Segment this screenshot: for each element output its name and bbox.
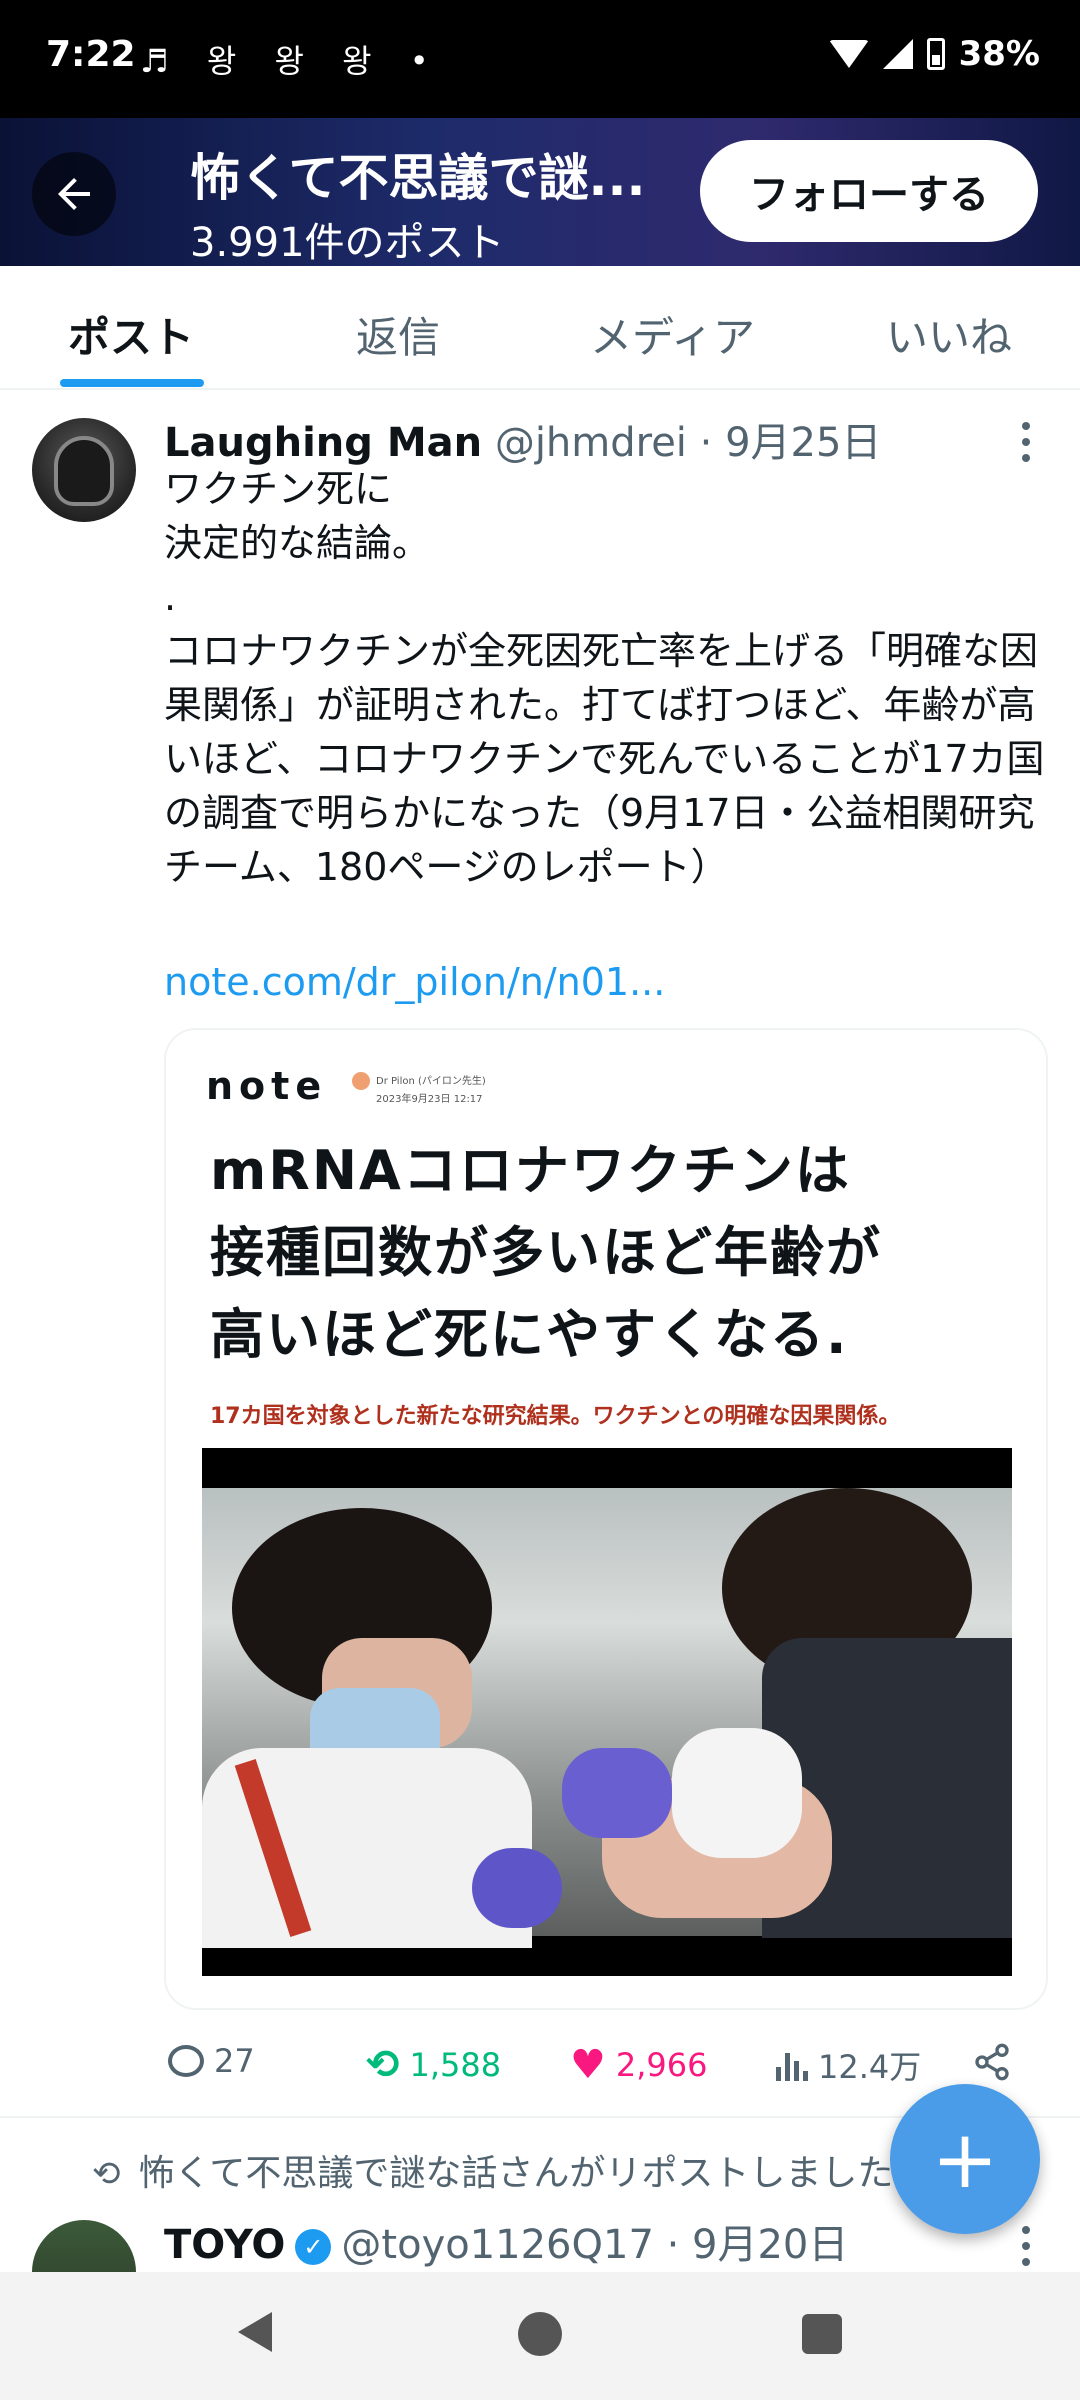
tab-replies[interactable]: 返信 — [356, 304, 440, 365]
post-date: · 9月20日 — [666, 2222, 849, 2268]
status-time: 7:22 — [46, 34, 136, 75]
vaccination-photo — [202, 1488, 1012, 1948]
follow-button[interactable]: フォローする — [700, 140, 1038, 242]
views-icon — [776, 2049, 808, 2081]
post-header: TOYO ✓ @toyo1126Q17 · 9月20日 — [164, 2212, 848, 2270]
status-bar: 7:22 ♬ 왕 왕 왕 • 38% — [0, 0, 1080, 118]
view-count: 12.4万 — [818, 2048, 922, 2086]
plus-icon: + — [931, 2112, 999, 2206]
profile-title: 怖くて不思議で謎... — [190, 149, 646, 207]
post-date: · 9月25日 — [699, 420, 882, 466]
author-name[interactable]: Laughing Man — [164, 420, 482, 466]
more-options-icon[interactable] — [1022, 422, 1032, 462]
like-count: 2,966 — [615, 2046, 708, 2084]
link-card[interactable]: note Dr Pilon (パイロン先生) 2023年9月23日 12:17 … — [164, 1028, 1048, 2010]
avatar[interactable] — [32, 418, 136, 522]
author-handle[interactable]: @jhmdrei — [495, 420, 687, 466]
author-name[interactable]: TOYO — [164, 2222, 285, 2268]
card-image — [202, 1448, 1012, 1976]
profile-header: 怖くて不思議で謎... 3.991件のポスト フォローする — [0, 118, 1080, 266]
compose-button[interactable]: + — [890, 2084, 1040, 2234]
heart-icon: ♥ — [570, 2042, 606, 2088]
tab-likes[interactable]: いいね — [886, 304, 1012, 365]
repost-note: 怖くて不思議で謎な話さんがリポストしました — [138, 2153, 894, 2194]
author-handle[interactable]: @toyo1126Q17 — [341, 2222, 653, 2268]
avatar-figure — [54, 436, 114, 506]
like-button[interactable]: ♥ 2,966 — [570, 2042, 707, 2088]
share-icon — [975, 2043, 1009, 2081]
repost-button[interactable]: ⟲ 1,588 — [366, 2042, 501, 2088]
signal-icon — [882, 39, 913, 69]
verified-badge-icon: ✓ — [295, 2229, 332, 2265]
card-headline: mRNAコロナワクチンは 接種回数が多いほど年齢が 高いほど死にやすくなる. — [210, 1139, 882, 1366]
repost-indicator: ⟲ 怖くて不思議で謎な話さんがリポストしました — [92, 2144, 893, 2196]
status-right: 38% — [828, 34, 1040, 74]
post-header: Laughing Man @jhmdrei · 9月25日 — [164, 410, 881, 468]
nav-recents-icon[interactable] — [802, 2314, 842, 2354]
wifi-icon — [828, 40, 869, 68]
views-button[interactable]: 12.4万 — [776, 2042, 921, 2088]
repost-count: 1,588 — [409, 2046, 502, 2084]
repost-small-icon: ⟲ — [92, 2154, 121, 2194]
repost-icon: ⟲ — [366, 2042, 400, 2088]
tab-indicator — [60, 379, 204, 387]
post-count: 3.991件のポスト — [190, 220, 505, 266]
nav-back-icon[interactable] — [238, 2312, 272, 2352]
card-author-name: Dr Pilon (パイロン先生) — [376, 1076, 486, 1087]
notification-icons: ♬ 왕 왕 왕 • — [140, 42, 443, 80]
nav-home-icon[interactable] — [518, 2312, 562, 2356]
back-button[interactable] — [32, 152, 116, 236]
card-author-date: 2023年9月23日 12:17 — [376, 1094, 483, 1105]
system-nav-bar — [0, 2272, 1080, 2400]
post-link[interactable]: note.com/dr_pilon/n/n01... — [164, 960, 665, 1004]
card-author: Dr Pilon (パイロン先生) 2023年9月23日 12:17 — [352, 1072, 486, 1105]
arrow-left-icon — [58, 178, 90, 210]
more-options-icon[interactable] — [1022, 2226, 1032, 2266]
battery-icon — [926, 38, 945, 70]
share-button[interactable] — [972, 2042, 1012, 2082]
note-logo: note — [206, 1064, 328, 1108]
reply-button[interactable]: 27 — [168, 2042, 255, 2080]
battery-percent: 38% — [958, 34, 1040, 74]
comment-icon — [168, 2045, 204, 2077]
profile-tabs: ポスト 返信 メディア いいね — [0, 266, 1080, 390]
post-text: ワクチン死に 決定的な結論。 . コロナワクチンが全死因死亡率を上げる「明確な因… — [164, 467, 1045, 889]
card-author-avatar — [352, 1072, 370, 1090]
post-actions: 27 ⟲ 1,588 ♥ 2,966 12.4万 — [0, 2034, 1080, 2100]
tab-media[interactable]: メディア — [590, 304, 755, 365]
reply-count: 27 — [214, 2042, 255, 2080]
tab-posts[interactable]: ポスト — [68, 304, 194, 365]
card-subheadline: 17カ国を対象とした新たな研究結果。ワクチンとの明確な因果関係。 — [210, 1404, 901, 1429]
